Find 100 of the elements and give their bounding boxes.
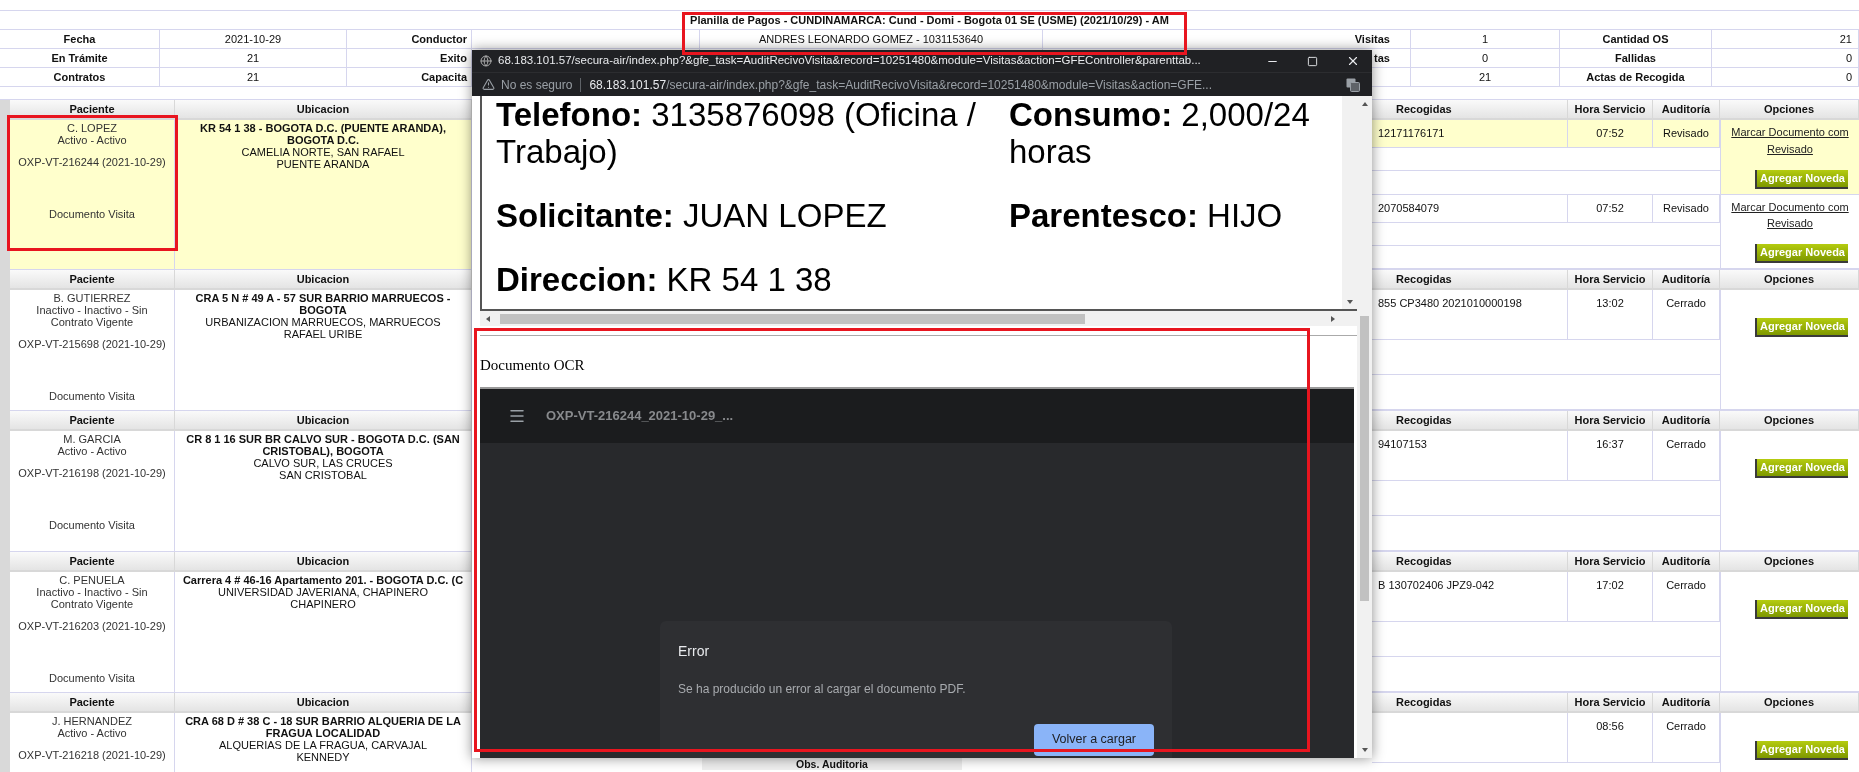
table-cell: 07:52	[1596, 201, 1624, 214]
address-text: UNIVERSIDAD JAVERIANA, CHAPINERO	[217, 586, 429, 598]
address-bar-url[interactable]: 68.183.101.57/secura-air/index.php?&gfe_task=AuditRecivoVisita&record=10251480&module=Visitas&action=GFE...	[589, 75, 1212, 94]
visit-code: OXP-VT-216203 (2021-10-29)	[18, 620, 166, 632]
maximize-icon[interactable]	[1307, 55, 1318, 67]
detail-text: Direccion: KR 54 1 38	[496, 261, 833, 300]
table-cell: 07:52	[1596, 127, 1624, 139]
mark-reviewed-link[interactable]: Marcar Documento com Revisado	[1721, 124, 1859, 157]
patient-name: M. GARCIA	[63, 433, 121, 445]
column-header: Obs. Auditoria	[702, 758, 962, 770]
section-heading: Documento OCR	[480, 356, 586, 375]
file-name: OXP-VT-216244_2021-10-29_...	[546, 406, 734, 425]
summary-label: En Trámite	[51, 50, 108, 66]
table-cell: B 130702406 JPZ9-042	[1378, 579, 1495, 591]
summary-label: Capacita	[421, 69, 467, 85]
visit-code: OXP-VT-216244 (2021-10-29)	[18, 156, 166, 168]
document-link[interactable]: Documento Visita	[49, 519, 135, 531]
table-cell: 12171176171	[1378, 127, 1445, 139]
address-text: CAMELIA NORTE, SAN RAFAEL	[241, 146, 405, 158]
address-text: CR 8 1 16 SUR BR CALVO SUR - BOGOTA D.C. (SAN CRISTOBAL), BOGOTA	[185, 433, 461, 457]
address-text: URBANIZACION MARRUECOS, MARRUECOS	[205, 316, 441, 328]
summary-label: tas	[1374, 50, 1390, 66]
patient-status: Activo - Activo	[57, 134, 127, 146]
column-header: Ubicacion	[175, 411, 472, 431]
detail-text: Consumo: 2,000/24 horas	[1009, 96, 1311, 172]
column-header: Recogidas	[1372, 100, 1568, 120]
warning-icon	[482, 78, 495, 91]
table-cell: Cerrado	[1666, 297, 1706, 309]
window-title: 68.183.101.57/secura-air/index.php?&gfe_task=AuditRecivoVisita&record=10251480&module=Visitas&action=GFEController&parenttab...	[498, 53, 1201, 69]
address-text: SAN CRISTOBAL	[279, 469, 367, 481]
address-text: PUENTE ARANDA	[276, 158, 370, 170]
scrollbar-thumb[interactable]	[500, 313, 1085, 324]
summary-label: Fallidas	[1615, 50, 1656, 66]
column-header: Auditoría	[1653, 693, 1720, 713]
report-title: Planilla de Pagos - CUNDINAMARCA: Cund - Domi - Bogota 01 SE (USME) (2021/10/29) - AM	[690, 12, 1169, 28]
summary-value: 21	[246, 69, 260, 85]
patient-name: C. PENUELA	[59, 574, 125, 586]
detail-text: Telefono: 3135876098 (Oficina / Trabajo)	[496, 96, 977, 172]
close-icon[interactable]	[1346, 54, 1360, 68]
summary-value: 0	[1481, 50, 1489, 66]
column-header: Auditoría	[1653, 100, 1720, 120]
detail-text: Solicitante: JUAN LOPEZ	[496, 197, 888, 236]
patient-status: Activo - Activo	[57, 727, 127, 739]
column-header: Opciones	[1720, 100, 1859, 120]
column-header: Hora Servicio	[1568, 411, 1653, 431]
patient-name: C. LOPEZ	[66, 122, 118, 134]
visit-code: OXP-VT-216198 (2021-10-29)	[18, 467, 166, 479]
column-header: Ubicacion	[175, 100, 472, 120]
visit-code: OXP-VT-215698 (2021-10-29)	[18, 338, 166, 350]
address-text: KR 54 1 38 - BOGOTA D.C. (PUENTE ARANDA), BOGOTA D.C.	[199, 122, 447, 146]
error-message: Se ha producido un error al cargar el documento PDF.	[678, 680, 967, 698]
patient-status: Activo - Activo	[57, 445, 127, 457]
summary-value: 21	[246, 50, 260, 66]
document-link[interactable]: Documento Visita	[49, 390, 135, 402]
column-header: Ubicacion	[175, 552, 472, 572]
patient-status: Inactivo - Inactivo - Sin Contrato Vigente	[35, 586, 149, 610]
table-cell: 94107153	[1378, 438, 1427, 450]
column-header: Paciente	[10, 552, 175, 572]
column-header: Hora Servicio	[1568, 100, 1653, 120]
column-header: Paciente	[10, 100, 175, 120]
globe-icon	[480, 55, 492, 67]
summary-label: Conductor	[411, 31, 467, 47]
detail-text: Parentesco: HIJO	[1009, 197, 1284, 236]
column-header: Auditoría	[1653, 552, 1720, 572]
table-cell: 16:37	[1596, 438, 1624, 450]
summary-value: 2021-10-29	[224, 31, 282, 47]
column-header: Hora Servicio	[1568, 693, 1653, 713]
column-header: Recogidas	[1372, 411, 1568, 431]
summary-label: Actas de Recogida	[1586, 69, 1685, 85]
dialog-title: Error	[678, 641, 711, 661]
patient-name: B. GUTIERREZ	[53, 292, 131, 304]
table-cell: 13:02	[1596, 297, 1624, 309]
table-cell: 17:02	[1596, 579, 1624, 591]
scroll-arrow-icon[interactable]	[1360, 100, 1369, 108]
table-cell: Revisado	[1663, 201, 1709, 214]
table-cell: 855 CP3480 2021010000198	[1378, 297, 1522, 309]
security-label: No es seguro	[501, 76, 573, 94]
column-header: Hora Servicio	[1568, 270, 1653, 290]
table-cell: Cerrado	[1666, 720, 1706, 732]
translate-icon[interactable]	[1346, 77, 1360, 92]
document-link[interactable]: Documento Visita	[49, 672, 135, 684]
summary-label: Cantidad OS	[1602, 31, 1669, 47]
scrollbar-thumb[interactable]	[1360, 316, 1369, 601]
summary-value: 0	[1845, 69, 1852, 85]
address-text: KENNEDY	[296, 751, 350, 763]
summary-value: 21	[1839, 31, 1852, 47]
address-text: CRA 5 N # 49 A - 57 SUR BARRIO MARRUECOS - BOGOTA	[194, 292, 452, 316]
address-text: CRA 68 D # 38 C - 18 SUR BARRIO ALQUERIA DE LA FRAGUA LOCALIDAD	[184, 715, 462, 739]
document-link[interactable]: Documento Visita	[49, 208, 135, 220]
column-header: Paciente	[10, 270, 175, 290]
table-cell: 08:56	[1596, 720, 1624, 732]
scroll-arrow-icon[interactable]	[1360, 746, 1369, 754]
column-header: Opciones	[1720, 270, 1859, 290]
summary-label: Fecha	[63, 31, 96, 47]
table-cell: Cerrado	[1666, 579, 1706, 591]
summary-label: Visitas	[1354, 31, 1390, 47]
summary-label: Exito	[440, 50, 467, 66]
column-header: Opciones	[1720, 693, 1859, 713]
scroll-arrow-icon[interactable]	[484, 314, 492, 323]
mark-reviewed-link[interactable]: Marcar Documento com Revisado	[1721, 198, 1859, 232]
